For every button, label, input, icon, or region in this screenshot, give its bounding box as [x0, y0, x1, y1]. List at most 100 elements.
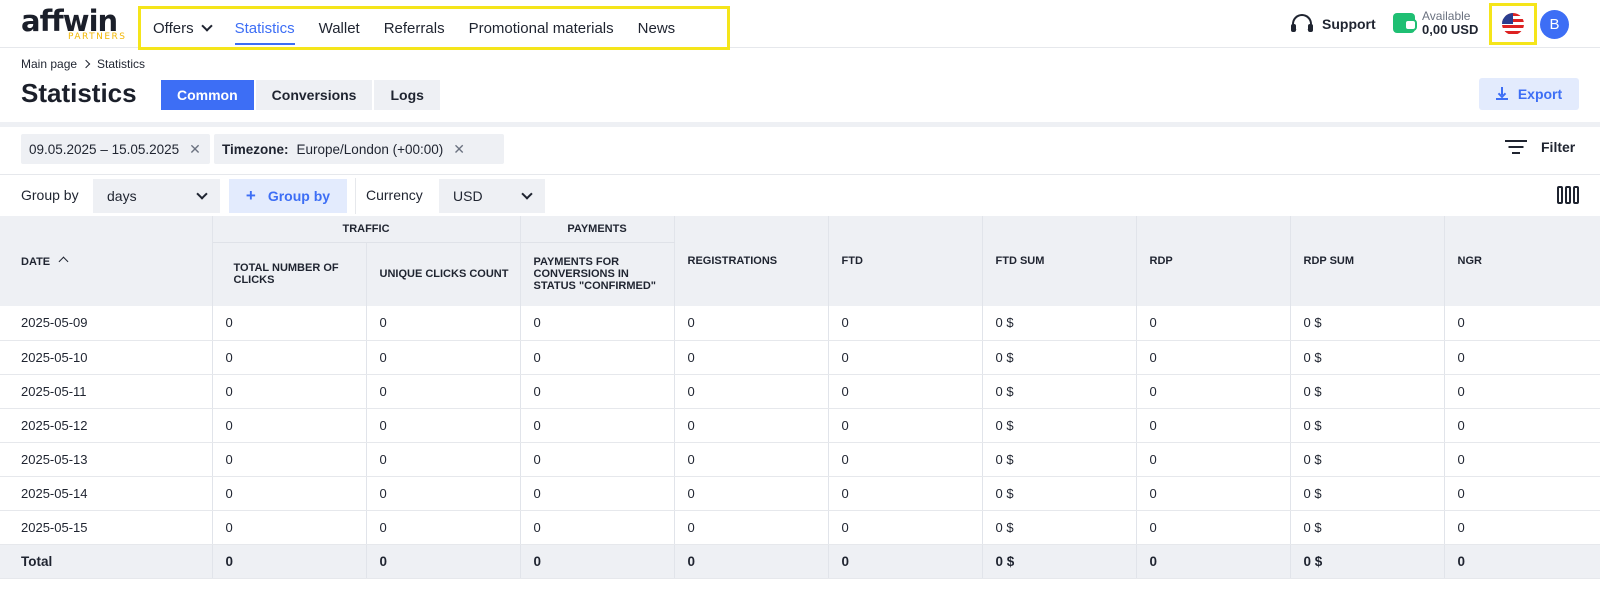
cell-registrations: 0: [674, 476, 829, 511]
main-nav: Offers Statistics Wallet Referrals Promo…: [138, 6, 730, 50]
cell-total-clicks: 0: [212, 510, 367, 545]
cell-ngr: 0: [1444, 442, 1600, 477]
close-icon[interactable]: ✕: [453, 141, 465, 158]
cell-ftd: 0: [828, 442, 983, 477]
table-row: 2025-05-11 0 0 0 0 0 0 $0 0 $0: [0, 374, 1600, 409]
chevron-down-icon: [200, 20, 213, 32]
total-ngr: 0: [1444, 544, 1600, 579]
filter-icon: [1505, 139, 1527, 155]
timezone-value: Europe/London (+00:00): [296, 141, 444, 157]
nav-offers[interactable]: Offers: [141, 9, 223, 47]
cell-unique-clicks: 0: [366, 476, 521, 511]
table-row: 2025-05-13 0 0 0 0 0 0 $0 0 $0: [0, 442, 1600, 477]
columns-icon[interactable]: [1557, 186, 1581, 204]
cell-date: 2025-05-13: [0, 442, 213, 477]
column-ngr[interactable]: NGR: [1444, 216, 1600, 306]
total-rdp: 0: [1136, 544, 1291, 579]
cell-total-clicks: 0: [212, 374, 367, 409]
column-ftd[interactable]: FTD: [828, 216, 983, 306]
cell-rdp: 0: [1136, 476, 1291, 511]
date-range-value: 09.05.2025 – 15.05.2025: [29, 141, 180, 157]
total-payments-confirmed: 0: [520, 544, 675, 579]
breadcrumb-home[interactable]: Main page: [21, 57, 77, 71]
cell-registrations: 0: [674, 510, 829, 545]
export-button[interactable]: Export: [1479, 78, 1579, 110]
nav-statistics[interactable]: Statistics: [223, 9, 307, 47]
cell-ftd-sum: 0 $: [982, 374, 1137, 409]
nav-referrals[interactable]: Referrals: [372, 9, 457, 47]
close-icon[interactable]: ✕: [189, 141, 201, 158]
sort-asc-icon: [58, 256, 69, 266]
nav-promotional-materials[interactable]: Promotional materials: [457, 9, 626, 47]
currency-label: Currency: [366, 187, 423, 203]
total-row: Total 0 0 0 0 0 0 $0 0 $0: [0, 544, 1600, 579]
cell-rdp-sum: 0 $: [1290, 442, 1445, 477]
cell-payments-confirmed: 0: [520, 442, 675, 477]
cell-rdp-sum: 0 $: [1290, 374, 1445, 409]
cell-ftd: 0: [828, 340, 983, 375]
brand-logo[interactable]: affwin PARTNERS: [21, 4, 125, 44]
filter-button[interactable]: Filter: [1505, 139, 1575, 155]
stats-tabs: Common Conversions Logs: [161, 80, 442, 110]
currency-select[interactable]: USD: [439, 179, 545, 213]
cell-ngr: 0: [1444, 408, 1600, 443]
headset-icon: [1291, 14, 1313, 34]
nav-wallet[interactable]: Wallet: [307, 9, 372, 47]
cell-total-clicks: 0: [212, 408, 367, 443]
cell-ftd: 0: [828, 476, 983, 511]
logo-sub: PARTNERS: [68, 32, 127, 42]
group-by-select[interactable]: days: [93, 179, 220, 213]
column-registrations[interactable]: REGISTRATIONS: [674, 216, 829, 306]
cell-unique-clicks: 0: [366, 340, 521, 375]
tab-conversions[interactable]: Conversions: [255, 80, 373, 110]
page-title: Statistics: [21, 78, 137, 108]
column-payments-confirmed[interactable]: PAYMENTS FOR CONVERSIONS IN STATUS "CONF…: [520, 242, 675, 306]
cell-ftd-sum: 0 $: [982, 340, 1137, 375]
support-link[interactable]: Support: [1291, 14, 1376, 34]
cell-payments-confirmed: 0: [520, 340, 675, 375]
total-total-clicks: 0: [212, 544, 367, 579]
cell-rdp-sum: 0 $: [1290, 510, 1445, 545]
total-registrations: 0: [674, 544, 829, 579]
cell-unique-clicks: 0: [366, 510, 521, 545]
column-rdp[interactable]: RDP: [1136, 216, 1291, 306]
cell-ftd-sum: 0 $: [982, 408, 1137, 443]
table-row: 2025-05-10 0 0 0 0 0 0 $0 0 $0: [0, 340, 1600, 375]
us-flag-icon: [1502, 13, 1524, 35]
group-by-label: Group by: [21, 187, 79, 203]
column-date[interactable]: DATE: [0, 216, 213, 306]
cell-total-clicks: 0: [212, 442, 367, 477]
nav-news[interactable]: News: [626, 9, 688, 47]
chevron-down-icon: [521, 188, 533, 200]
cell-unique-clicks: 0: [366, 408, 521, 443]
cell-ftd: 0: [828, 510, 983, 545]
chevron-down-icon: [196, 188, 208, 200]
cell-total-clicks: 0: [212, 306, 367, 341]
cell-unique-clicks: 0: [366, 306, 521, 341]
cell-date: 2025-05-09: [0, 306, 213, 341]
column-total-clicks[interactable]: TOTAL NUMBER OF CLICKS: [212, 242, 367, 306]
add-group-by-button[interactable]: + Group by: [229, 179, 347, 213]
cell-rdp: 0: [1136, 442, 1291, 477]
cell-total-clicks: 0: [212, 476, 367, 511]
cell-registrations: 0: [674, 306, 829, 341]
cell-rdp-sum: 0 $: [1290, 408, 1445, 443]
available-amount: 0,00 USD: [1422, 22, 1479, 37]
date-range-chip[interactable]: 09.05.2025 – 15.05.2025 ✕: [21, 134, 210, 164]
avatar[interactable]: B: [1540, 10, 1569, 39]
column-rdp-sum[interactable]: RDP SUM: [1290, 216, 1445, 306]
cell-date: 2025-05-10: [0, 340, 213, 375]
timezone-chip[interactable]: Timezone: Europe/London (+00:00) ✕: [214, 134, 504, 164]
breadcrumb: Main page Statistics: [21, 57, 145, 71]
cell-payments-confirmed: 0: [520, 476, 675, 511]
language-selector[interactable]: [1489, 3, 1537, 45]
total-unique-clicks: 0: [366, 544, 521, 579]
cell-rdp-sum: 0 $: [1290, 340, 1445, 375]
tab-logs[interactable]: Logs: [374, 80, 440, 110]
column-unique-clicks[interactable]: UNIQUE CLICKS COUNT: [366, 242, 521, 306]
section-divider: [0, 122, 1600, 127]
balance[interactable]: Available 0,00 USD: [1422, 9, 1478, 37]
column-ftd-sum[interactable]: FTD SUM: [982, 216, 1137, 306]
toolbar-separator: [355, 178, 356, 214]
tab-common[interactable]: Common: [161, 80, 254, 110]
